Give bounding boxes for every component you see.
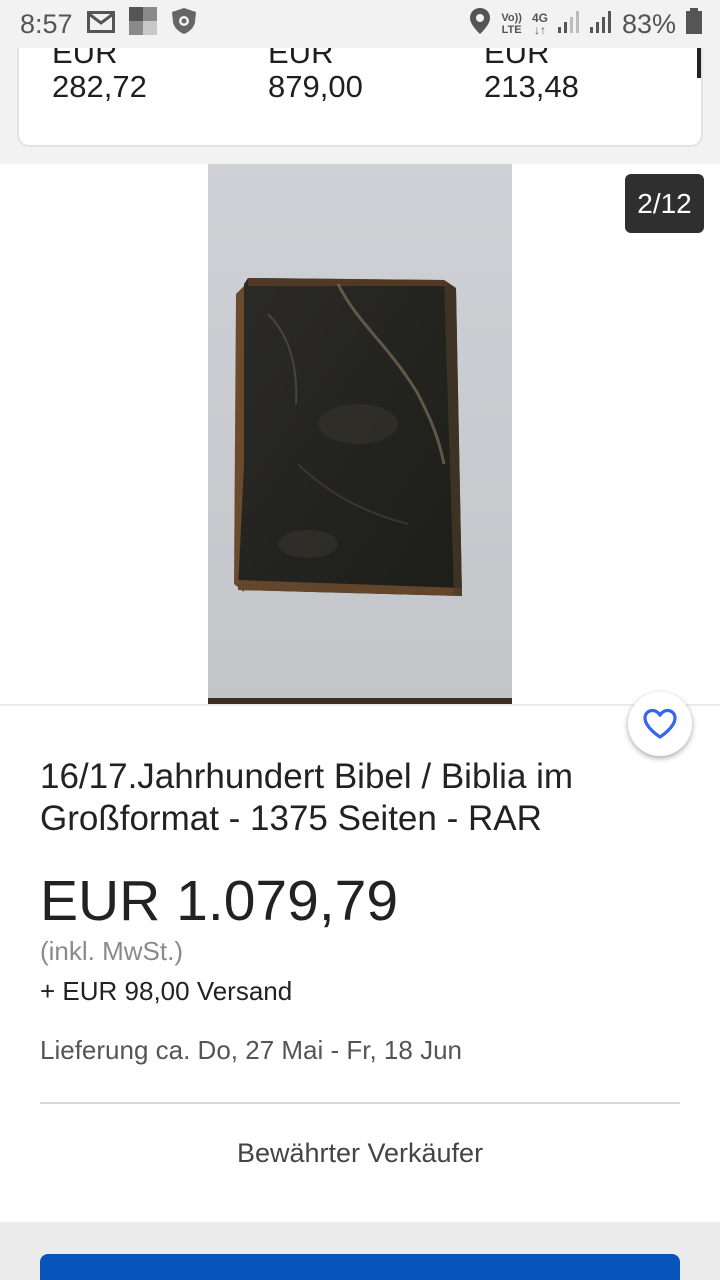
bible-book-image [208,278,512,704]
similar-item-price: 879,00 [268,69,363,104]
shield-icon [171,7,197,42]
similar-item-price: 213,48 [484,69,579,104]
image-counter: 2/12 [625,174,704,233]
details-divider [40,1102,680,1104]
product-photo[interactable] [208,164,512,704]
heart-icon [643,708,677,739]
volte-label-bottom: LTE [501,24,522,36]
delivery-estimate: Lieferung ca. Do, 27 Mai - Fr, 18 Jun [40,1035,462,1065]
similar-item-1[interactable]: EUR 282,72 [52,48,147,104]
similar-item-currency: EUR [52,48,118,70]
status-right: Vo)) LTE 4G ↓↑ 83% [459,7,702,42]
volte-label-top: Vo)) [501,12,522,24]
battery-percent: 83% [621,8,676,39]
status-left: 8:57 [20,6,211,42]
seller-badge[interactable]: Bewährter Verkäufer [0,1138,720,1169]
signal-icon-2 [589,9,612,40]
listing-price: EUR 1.079,79 [40,869,399,933]
status-time: 8:57 [20,8,73,39]
next-item-edge [697,48,701,78]
location-icon [469,7,491,42]
listing-title: 16/17.Jahrhundert Bibel / Biblia im Groß… [40,757,574,838]
similar-items-card[interactable]: EUR 282,72 EUR 879,00 EUR 213,48 [17,48,703,147]
network-type-icon: 4G ↓↑ [532,12,548,36]
status-bar: 8:57 Vo)) LTE 4G ↓↑ 83% [0,0,720,48]
similar-item-currency: EUR [484,48,550,70]
mail-icon [86,9,115,40]
data-arrows-icon: ↓↑ [533,23,546,37]
similar-items-area: EUR 282,72 EUR 879,00 EUR 213,48 [0,48,720,164]
watch-button[interactable] [628,692,692,756]
tax-note: (inkl. MwSt.) [40,936,183,966]
app-notification-icon [128,6,157,42]
section-divider [0,704,720,706]
signal-icon-1 [557,9,580,40]
similar-item-2[interactable]: EUR 879,00 [268,48,363,104]
buy-now-button[interactable] [40,1254,680,1280]
volte-icon: Vo)) LTE [501,12,522,36]
similar-item-3[interactable]: EUR 213,48 [484,48,579,104]
shipping-cost: + EUR 98,00 Versand [40,976,293,1006]
battery-icon [686,7,702,41]
similar-item-price: 282,72 [52,69,147,104]
similar-item-currency: EUR [268,48,334,70]
image-gallery[interactable]: 2/12 [0,164,720,704]
